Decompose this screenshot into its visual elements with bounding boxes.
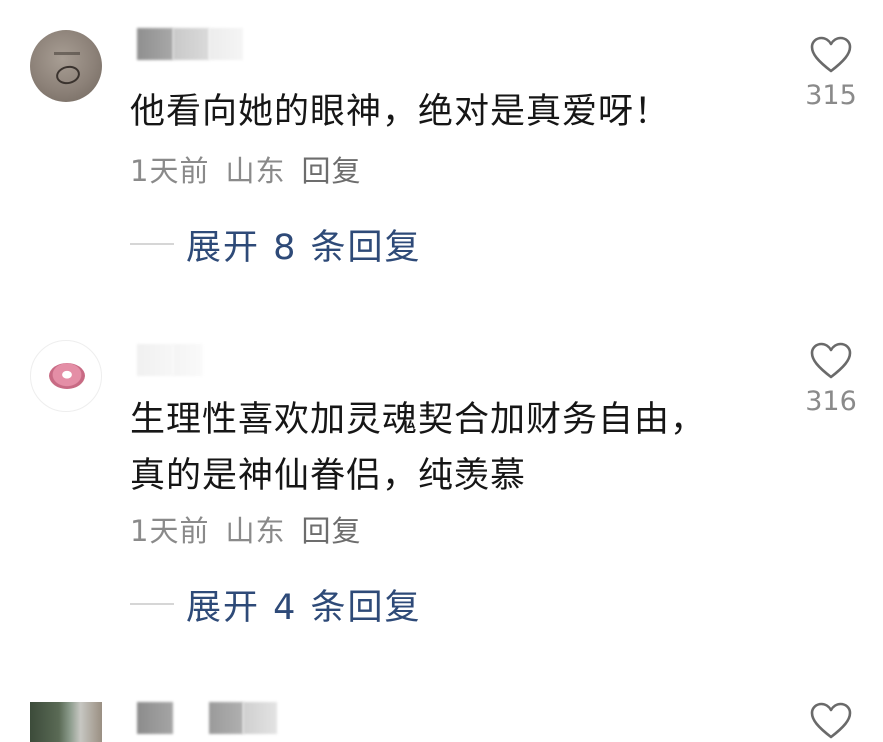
comment-location: 山东 [225, 514, 286, 548]
like-count: 316 [805, 386, 857, 417]
username-blurred[interactable] [137, 344, 173, 376]
username-blurred[interactable] [173, 28, 209, 60]
reply-button[interactable]: 回复 [301, 154, 361, 188]
avatar[interactable] [30, 702, 102, 742]
username-blurred[interactable] [173, 344, 203, 376]
comment-time: 1天前 [130, 514, 210, 548]
comment-meta: 1天前 山东 回复 [130, 508, 377, 550]
username-blurred[interactable] [243, 702, 277, 734]
heart-outline-icon [810, 342, 852, 379]
username-blurred[interactable] [209, 28, 243, 60]
comment-location: 山东 [225, 154, 286, 188]
avatar[interactable] [30, 30, 102, 102]
username-blurred[interactable] [137, 28, 173, 60]
like-count: 315 [805, 80, 857, 111]
like-button[interactable]: 315 [800, 36, 862, 111]
avatar-donut-image [49, 363, 85, 389]
expand-replies-label: 展开 4 条回复 [186, 587, 422, 628]
username-blurred[interactable] [137, 702, 173, 734]
comment-item: 他看向她的眼神，绝对是真爱呀！ 1天前 山东 回复 展开 8 条回复 315 [0, 0, 883, 300]
username-blurred[interactable] [209, 702, 243, 734]
expand-replies-label: 展开 8 条回复 [186, 227, 422, 268]
heart-outline-icon [810, 36, 852, 73]
comment-meta: 1天前 山东 回复 [130, 148, 377, 190]
expand-divider-line [130, 603, 174, 605]
comment-time: 1天前 [130, 154, 210, 188]
comment-item [0, 700, 883, 742]
expand-replies-button[interactable]: 展开 4 条回复 [130, 582, 422, 628]
comment-text: 生理性喜欢加灵魂契合加财务自由，真的是神仙眷侣，纯羡慕 [130, 400, 707, 496]
reply-button[interactable]: 回复 [301, 514, 361, 548]
expand-divider-line [130, 243, 174, 245]
avatar-sketch [54, 52, 80, 55]
avatar[interactable] [30, 340, 102, 412]
comment-text: 他看向她的眼神，绝对是真爱呀！ [130, 92, 671, 132]
avatar-sketch-mark [54, 63, 82, 87]
like-button[interactable]: 316 [800, 342, 862, 417]
like-button[interactable] [800, 702, 862, 740]
comment-item: 生理性喜欢加灵魂契合加财务自由，真的是神仙眷侣，纯羡慕 1天前 山东 回复 展开 4… [0, 330, 883, 660]
heart-outline-icon [810, 702, 852, 739]
expand-replies-button[interactable]: 展开 8 条回复 [130, 222, 422, 268]
